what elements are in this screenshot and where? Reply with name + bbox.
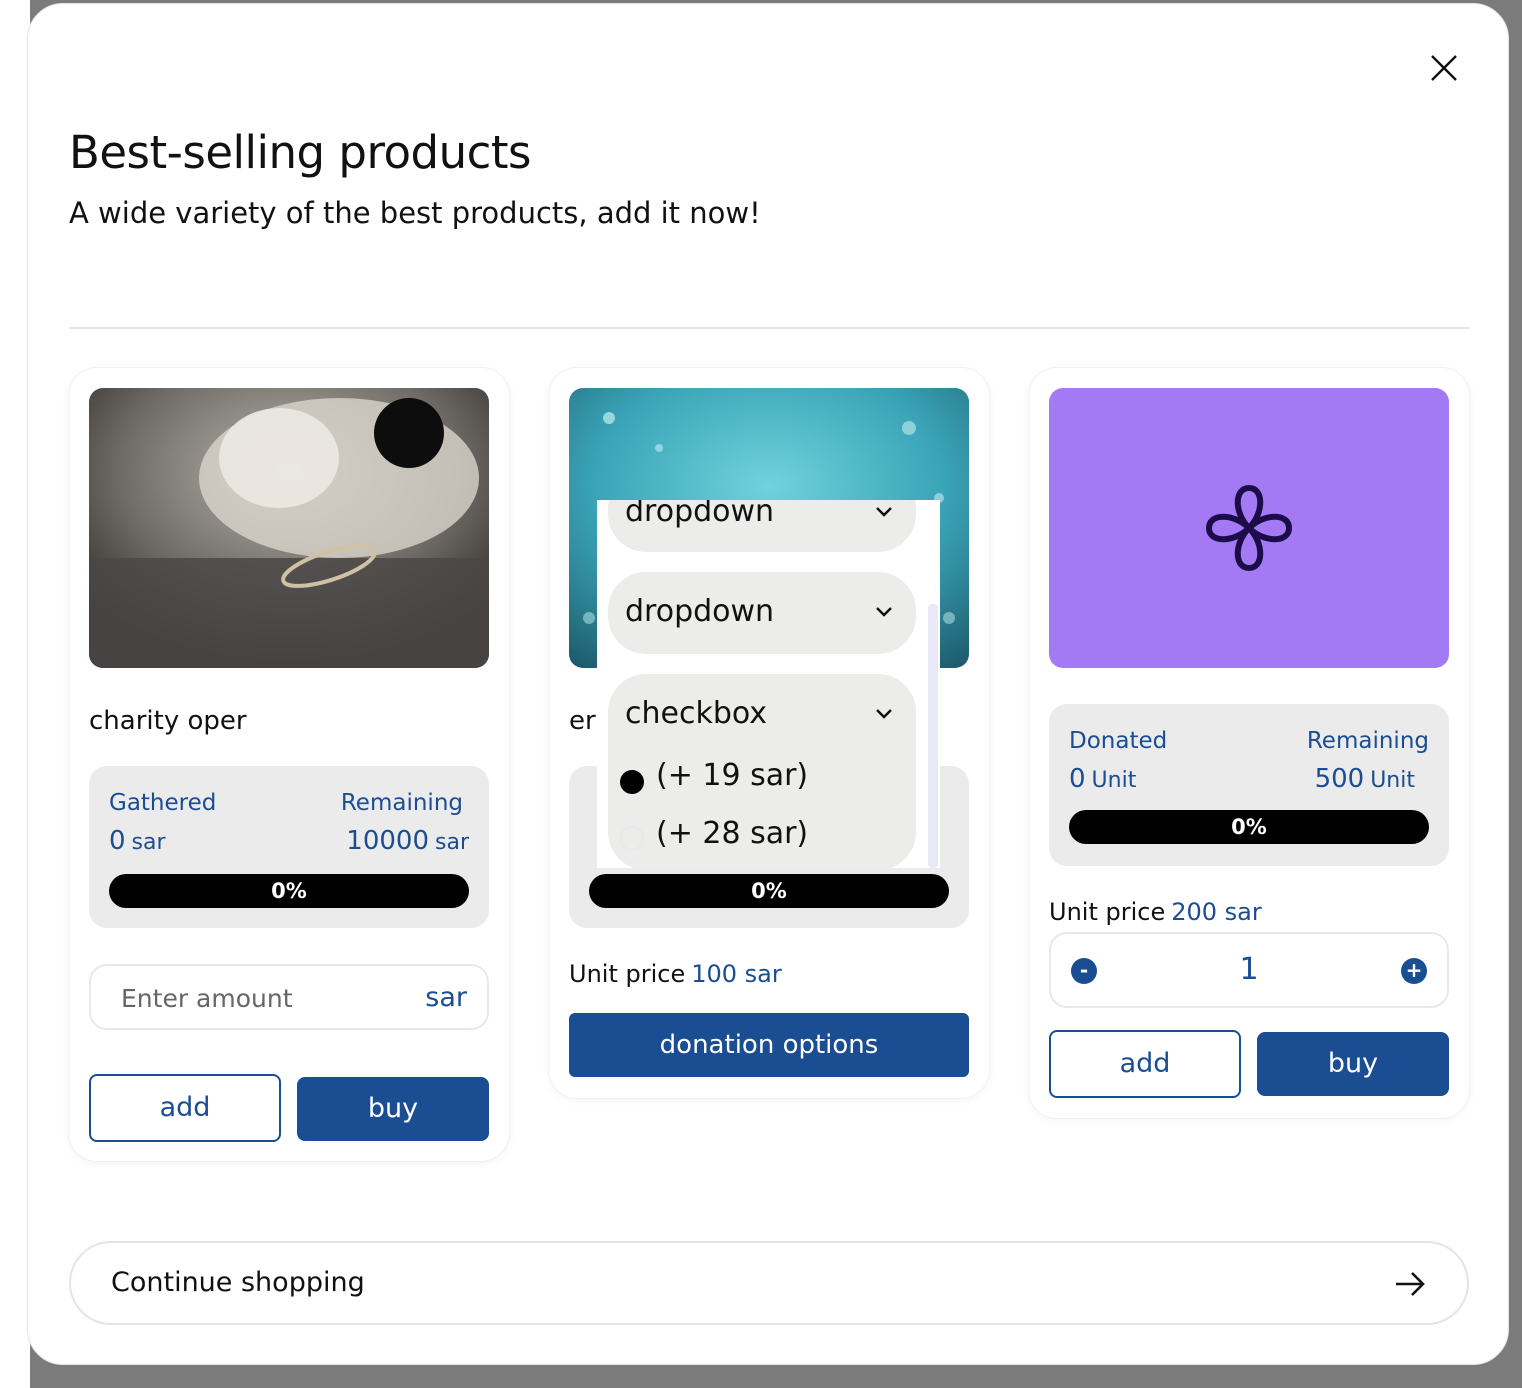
stat-donated-label: Donated xyxy=(1069,728,1168,754)
unit-price: Unit price 200 sar xyxy=(1049,898,1262,926)
divider xyxy=(69,327,1469,329)
product-name: er xyxy=(569,706,596,736)
product-stats: Donated Remaining 0 Unit 500 Unit 0% xyxy=(1049,704,1449,866)
close-button[interactable] xyxy=(1424,48,1464,88)
add-button[interactable]: add xyxy=(89,1074,281,1142)
product-card-1: charity oper Gathered Remaining 0 sar 100… xyxy=(69,368,509,1161)
donation-options-dropdown: dropdown dropdown checkbox (+ 19 sar) (+… xyxy=(597,500,940,868)
modal-title: Best-selling products xyxy=(69,126,531,179)
progress-bar: 0% xyxy=(589,874,949,908)
stat-remaining-label: Remaining xyxy=(1306,728,1429,754)
product-name: charity oper xyxy=(89,706,247,736)
option-radio-selected[interactable] xyxy=(620,770,644,794)
amount-field[interactable]: sar xyxy=(89,964,489,1030)
close-icon xyxy=(1431,55,1457,81)
donation-options-button[interactable]: donation options xyxy=(569,1013,969,1077)
stat-remaining-value: 10000 sar xyxy=(346,826,469,856)
continue-shopping-button[interactable]: Continue shopping xyxy=(69,1241,1469,1325)
option-label[interactable]: (+ 28 sar) xyxy=(656,816,808,851)
dropdown-scrollbar[interactable] xyxy=(928,604,938,868)
checkbox-label: checkbox xyxy=(625,696,768,731)
chevron-down-icon xyxy=(876,507,892,517)
stat-gathered-label: Gathered xyxy=(109,790,217,816)
product-card-3: Donated Remaining 0 Unit 500 Unit 0% Unit … xyxy=(1029,368,1469,1118)
buy-button[interactable]: buy xyxy=(297,1077,489,1141)
progress-bar: 0% xyxy=(1069,810,1429,844)
knot-icon xyxy=(1205,484,1293,572)
buy-button[interactable]: buy xyxy=(1257,1032,1449,1096)
dropdown-label: dropdown xyxy=(625,500,775,529)
stat-remaining-label: Remaining xyxy=(340,790,463,816)
product-stats: Gathered Remaining 0 sar 10000 sar 0% xyxy=(89,766,489,928)
stat-gathered-value: 0 sar xyxy=(109,826,166,856)
unit-price: Unit price 100 sar xyxy=(569,960,782,988)
dropdown-select-1[interactable]: dropdown xyxy=(608,500,916,552)
option-radio[interactable] xyxy=(620,826,644,850)
progress-bar: 0% xyxy=(109,874,469,908)
amount-input[interactable] xyxy=(121,980,401,1016)
amount-currency: sar xyxy=(425,982,467,1013)
arrow-right-icon xyxy=(1396,1272,1425,1296)
increase-button[interactable]: + xyxy=(1401,958,1427,984)
product-image-ring[interactable] xyxy=(89,388,489,668)
stat-donated-value: 0 Unit xyxy=(1069,764,1137,794)
continue-shopping-label: Continue shopping xyxy=(111,1267,365,1298)
option-label[interactable]: (+ 19 sar) xyxy=(656,758,808,793)
product-image-placeholder[interactable] xyxy=(1049,388,1449,668)
add-button[interactable]: add xyxy=(1049,1030,1241,1098)
stat-remaining-value: 500 Unit xyxy=(1314,764,1415,794)
dropdown-select-2[interactable]: dropdown xyxy=(608,572,916,654)
checkbox-select[interactable]: checkbox (+ 19 sar) (+ 28 sar) xyxy=(608,674,916,868)
chevron-down-icon xyxy=(876,709,892,719)
dropdown-label: dropdown xyxy=(625,594,775,629)
chevron-down-icon xyxy=(876,607,892,617)
background-page xyxy=(0,0,30,1388)
quantity-stepper[interactable]: - 1 + xyxy=(1049,932,1449,1008)
quantity-value: 1 xyxy=(1239,952,1259,987)
modal-subtitle: A wide variety of the best products, add… xyxy=(69,196,761,230)
